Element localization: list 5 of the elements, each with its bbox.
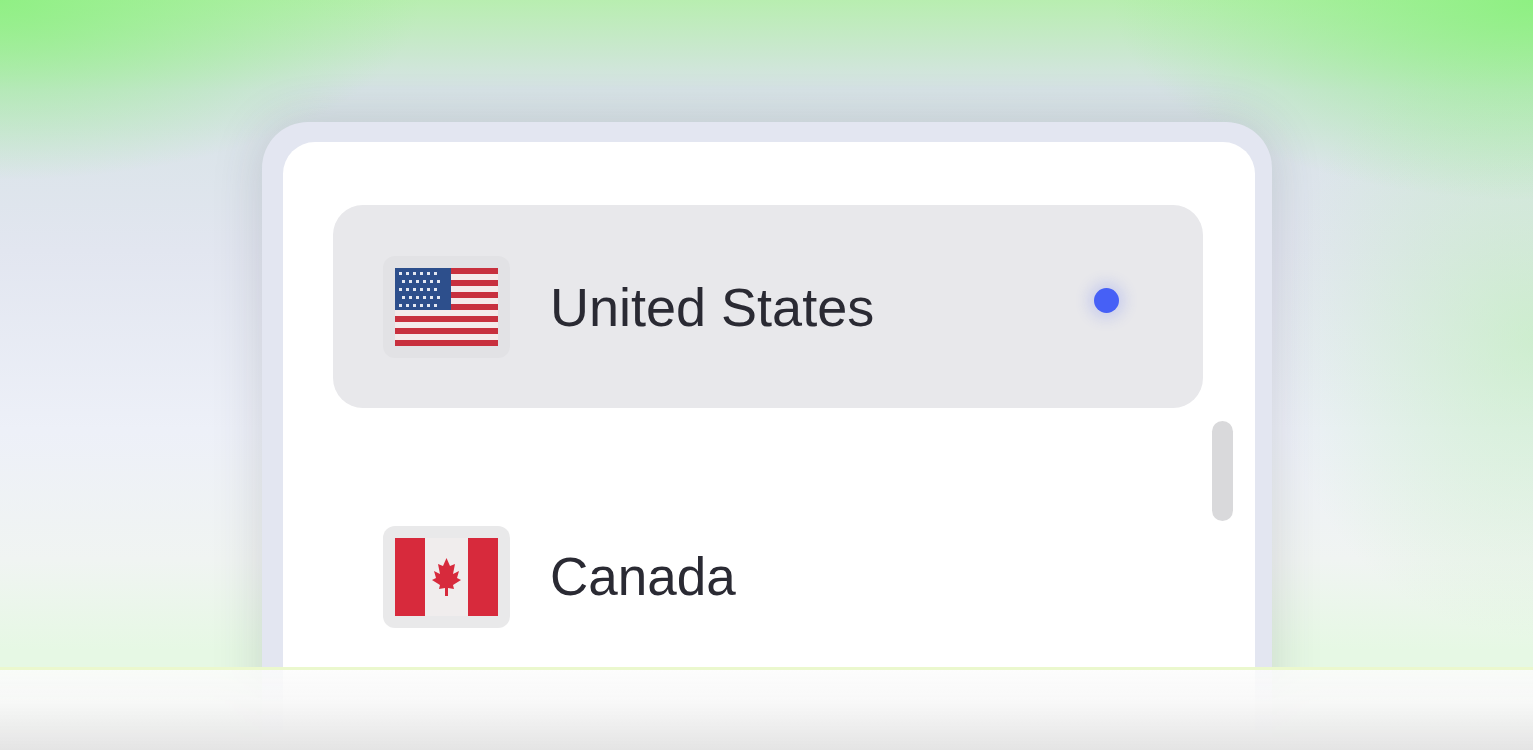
canada-flag-icon (383, 525, 510, 628)
country-option[interactable]: United States (333, 205, 1203, 408)
status-dot-icon (1094, 288, 1119, 313)
scrollbar-thumb[interactable] (1212, 421, 1233, 521)
us-flag-icon (383, 255, 510, 358)
